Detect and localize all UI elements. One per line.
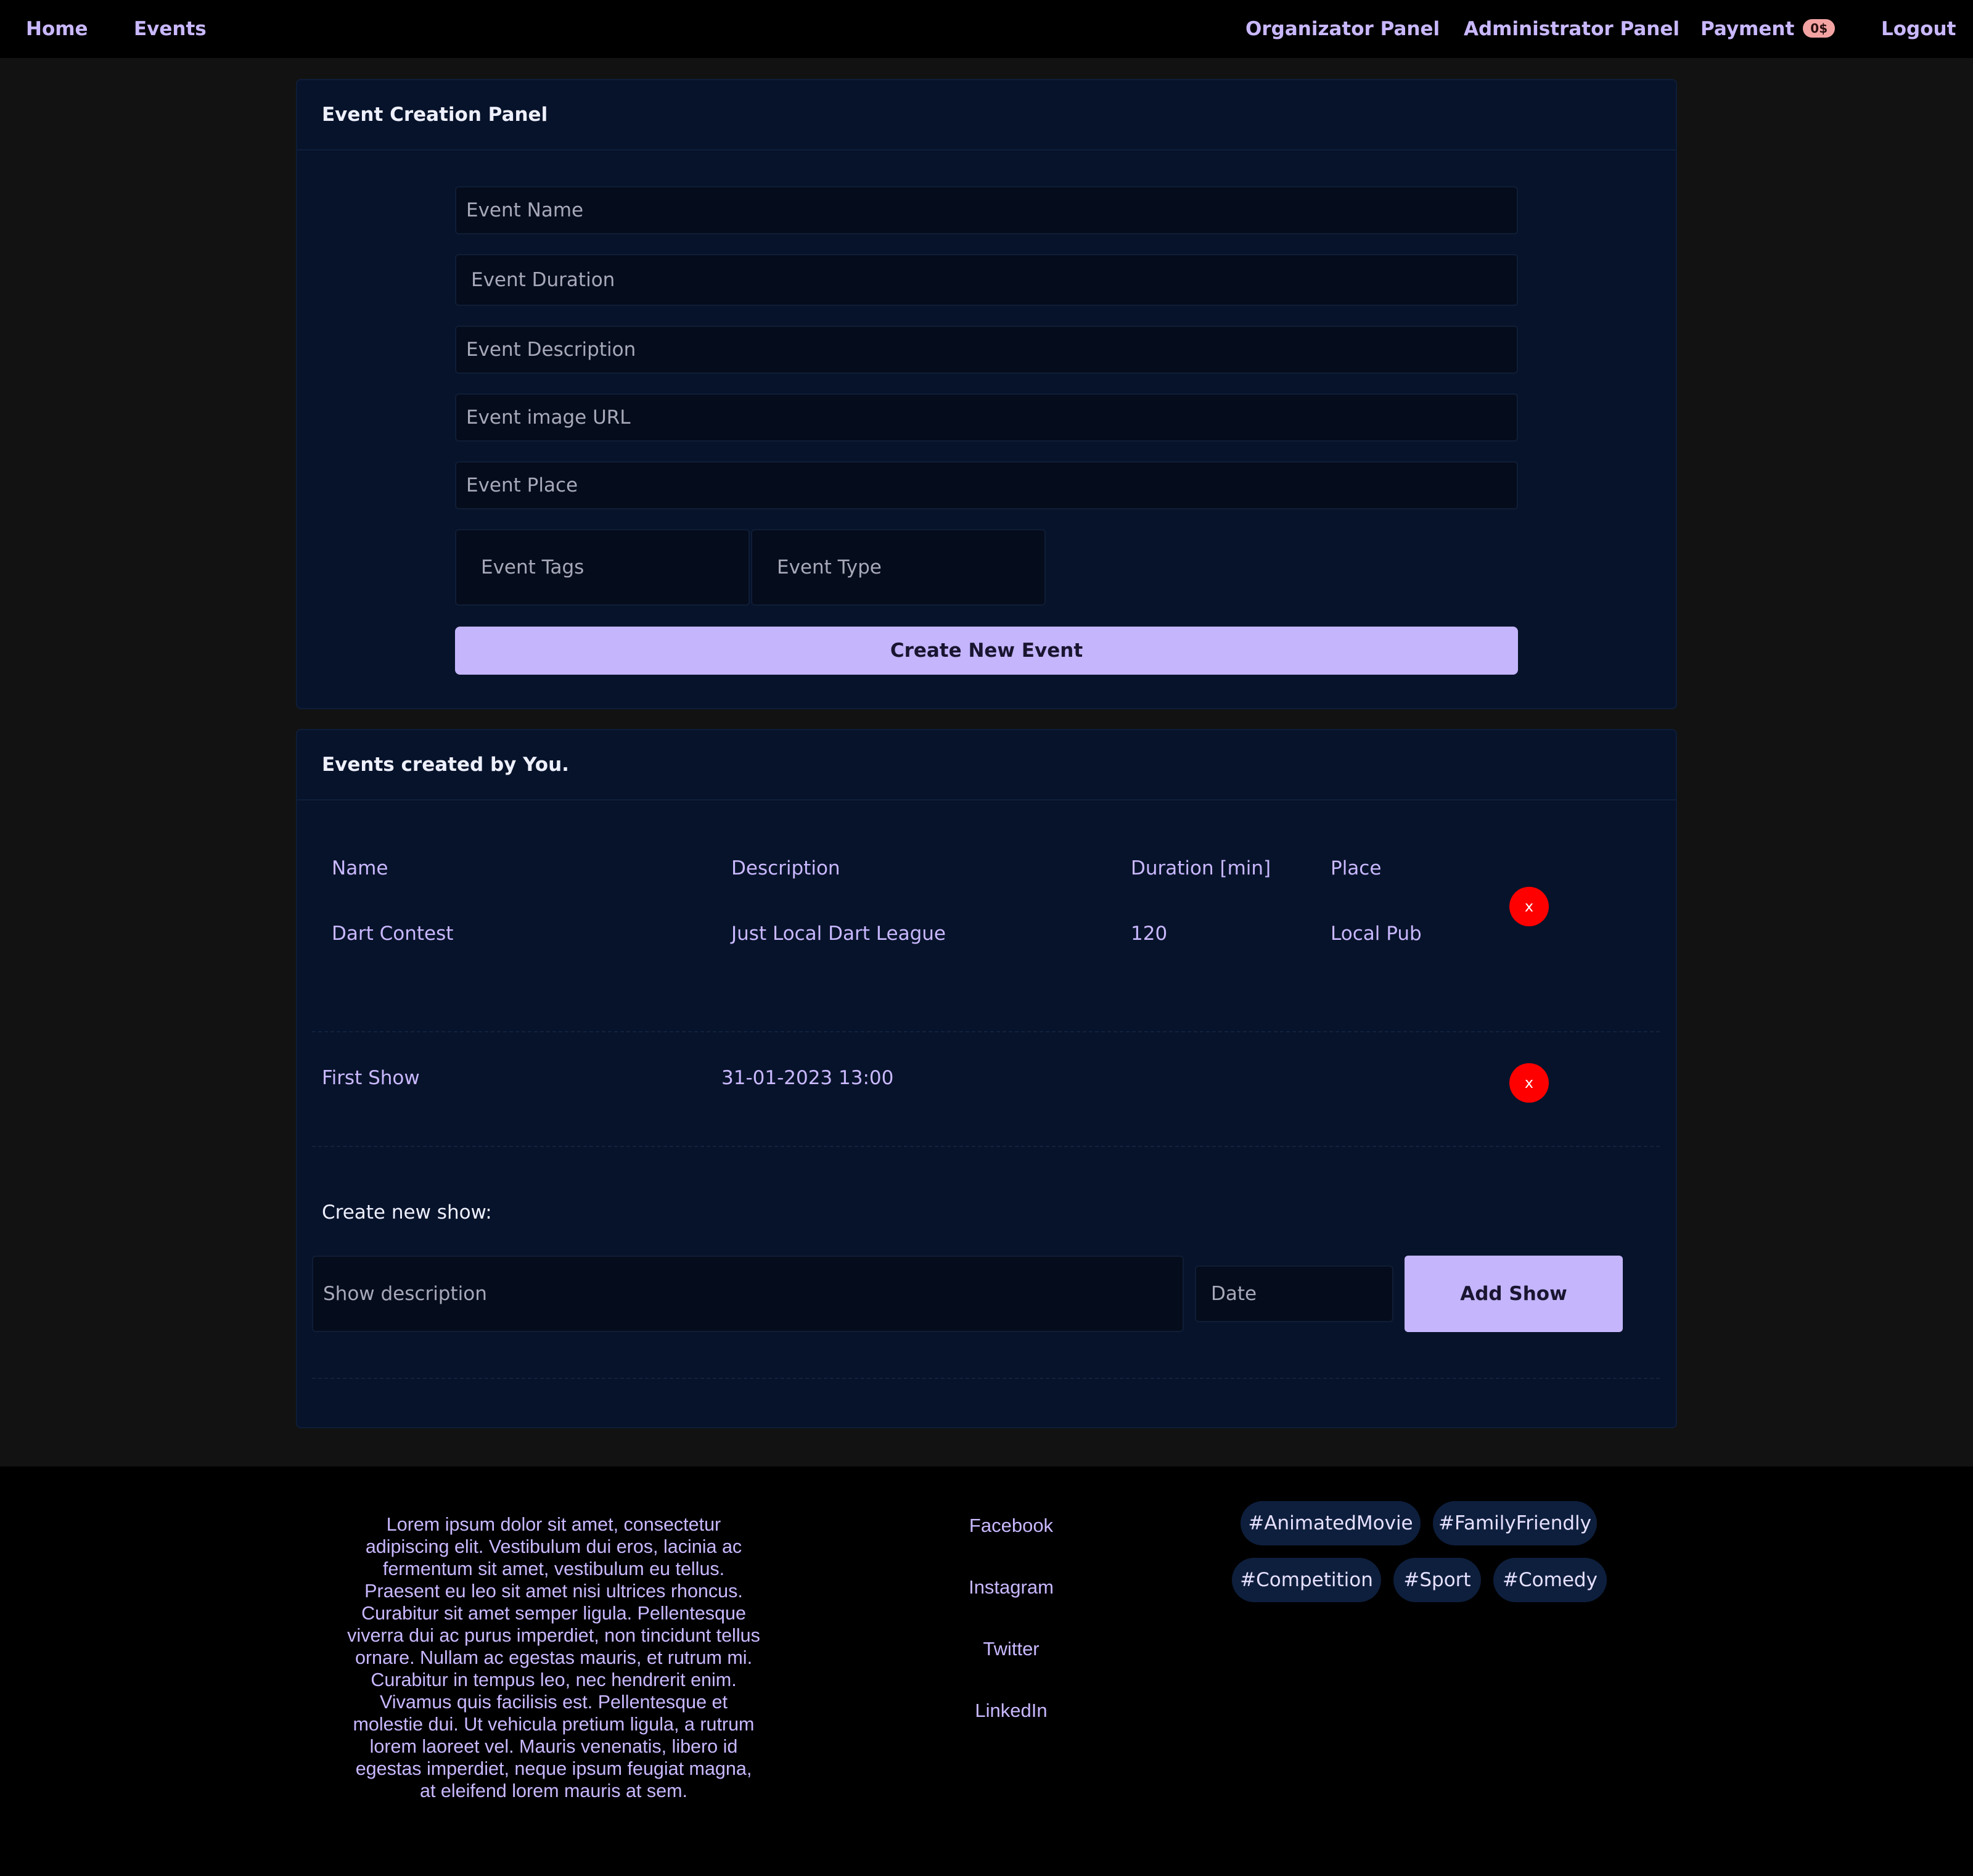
footer-link-twitter[interactable]: Twitter <box>919 1638 1104 1660</box>
column-header-description: Description <box>731 857 840 879</box>
event-creation-panel-title: Event Creation Panel <box>322 104 548 126</box>
nav-home-link[interactable]: Home <box>26 0 88 58</box>
footer-description: Lorem ipsum dolor sit amet, consectetur … <box>347 1514 760 1801</box>
column-header-place: Place <box>1331 857 1382 879</box>
events-created-panel-header: Events created by You. <box>297 730 1676 800</box>
tag-sport[interactable]: #Sport <box>1393 1558 1481 1602</box>
payment-label: Payment <box>1700 18 1795 40</box>
nav-organizator-panel-link[interactable]: Organizator Panel <box>1245 0 1440 58</box>
footer: Lorem ipsum dolor sit amet, consectetur … <box>0 1467 1973 1876</box>
event-description-cell: Just Local Dart League <box>731 923 946 945</box>
event-image-url-input[interactable]: Event image URL <box>455 393 1518 442</box>
nav-administrator-panel-link[interactable]: Administrator Panel <box>1464 0 1680 58</box>
event-creation-panel: Event Creation Panel Event Name Event Du… <box>296 79 1677 709</box>
tag-competition[interactable]: #Competition <box>1232 1558 1381 1602</box>
nav-logout-link[interactable]: Logout <box>1881 0 1956 58</box>
create-new-event-button[interactable]: Create New Event <box>455 627 1518 675</box>
show-name-cell: First Show <box>322 1067 420 1089</box>
events-created-panel-title: Events created by You. <box>322 754 569 776</box>
footer-link-facebook[interactable]: Facebook <box>919 1515 1104 1537</box>
event-description-input[interactable]: Event Description <box>455 326 1518 374</box>
footer-link-linkedin[interactable]: LinkedIn <box>919 1700 1104 1722</box>
tag-comedy[interactable]: #Comedy <box>1493 1558 1607 1602</box>
row-divider <box>312 1378 1660 1379</box>
event-tags-input[interactable]: Event Tags <box>455 529 750 606</box>
footer-link-instagram[interactable]: Instagram <box>919 1576 1104 1598</box>
delete-event-button[interactable]: x <box>1509 887 1549 926</box>
event-name-input[interactable]: Event Name <box>455 186 1518 234</box>
nav-payment-link[interactable]: Payment 0$ <box>1700 0 1836 58</box>
show-date-input[interactable]: Date <box>1195 1265 1393 1322</box>
column-header-duration: Duration [min] <box>1131 857 1271 879</box>
create-new-show-label: Create new show: <box>322 1201 492 1224</box>
events-created-panel: Events created by You. Name Description … <box>296 729 1677 1428</box>
tag-family-friendly[interactable]: #FamilyFriendly <box>1433 1501 1597 1545</box>
event-duration-input[interactable]: Event Duration <box>455 254 1518 306</box>
row-divider <box>312 1146 1660 1147</box>
column-header-name: Name <box>332 857 388 879</box>
event-name-cell: Dart Contest <box>332 923 454 945</box>
event-creation-panel-header: Event Creation Panel <box>297 80 1676 150</box>
tag-animated-movie[interactable]: #AnimatedMovie <box>1241 1501 1421 1545</box>
event-place-input[interactable]: Event Place <box>455 461 1518 509</box>
delete-show-button[interactable]: x <box>1509 1063 1549 1103</box>
payment-balance-badge: 0$ <box>1803 19 1836 38</box>
event-duration-cell: 120 <box>1131 923 1168 945</box>
event-type-input[interactable]: Event Type <box>751 529 1046 606</box>
row-divider <box>312 1031 1660 1032</box>
add-show-button[interactable]: Add Show <box>1405 1256 1623 1332</box>
show-date-cell: 31-01-2023 13:00 <box>721 1067 894 1089</box>
event-place-cell: Local Pub <box>1331 923 1422 945</box>
nav-events-link[interactable]: Events <box>134 0 207 58</box>
show-description-input[interactable]: Show description <box>312 1256 1184 1332</box>
top-navbar: Home Events Organizator Panel Administra… <box>0 0 1973 58</box>
